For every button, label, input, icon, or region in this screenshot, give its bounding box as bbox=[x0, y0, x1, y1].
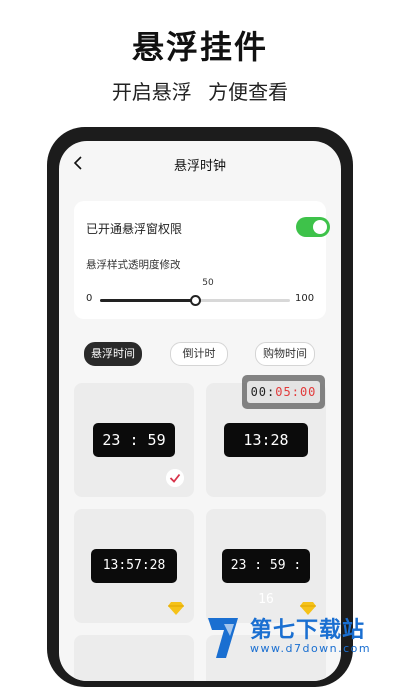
permission-toggle[interactable] bbox=[296, 217, 330, 237]
clock-preview: 23 : 59 : 16 bbox=[222, 549, 310, 607]
float-minutes: 05 bbox=[275, 385, 292, 399]
nav-bar: 悬浮时钟 bbox=[59, 141, 341, 185]
style-card-5[interactable] bbox=[74, 635, 194, 681]
slider-max-label: 100 bbox=[295, 293, 315, 304]
tab-float-time[interactable]: 悬浮时间 bbox=[84, 342, 142, 366]
app-screen: 悬浮时钟 已开通悬浮窗权限 悬浮样式透明度修改 50 0 100 悬浮时间 倒计… bbox=[59, 141, 341, 681]
slider-fill bbox=[100, 299, 195, 302]
tab-shopping-time[interactable]: 购物时间 bbox=[255, 342, 315, 366]
opacity-slider[interactable] bbox=[100, 295, 290, 306]
watermark: 第七下载站 www.d7down.com bbox=[204, 612, 394, 662]
promo-title: 悬浮挂件 bbox=[131, 28, 268, 66]
style-card-1[interactable]: 23 : 59 bbox=[74, 383, 194, 497]
watermark-url: www.d7down.com bbox=[250, 642, 372, 655]
permission-label: 已开通悬浮窗权限 bbox=[86, 222, 183, 236]
toggle-knob bbox=[313, 220, 327, 234]
site-logo-icon bbox=[208, 618, 238, 658]
settings-card: 已开通悬浮窗权限 悬浮样式透明度修改 50 0 100 bbox=[74, 201, 330, 319]
float-seconds: 00 bbox=[299, 385, 317, 399]
slider-min-label: 0 bbox=[86, 293, 93, 304]
float-hours: 00 bbox=[250, 385, 268, 399]
clock-preview: 13:57:28 bbox=[91, 549, 177, 583]
slider-value: 50 bbox=[202, 278, 214, 288]
floating-clock-time: 00:05:00 bbox=[247, 381, 320, 403]
style-card-4[interactable]: 23 : 59 : 16 bbox=[206, 509, 326, 623]
clock-preview: 23 : 59 bbox=[93, 423, 175, 457]
check-icon bbox=[166, 469, 184, 487]
tab-countdown[interactable]: 倒计时 bbox=[170, 342, 228, 366]
promo-subtitle: 开启悬浮 方便查看 bbox=[111, 80, 289, 104]
floating-clock-preview[interactable]: 00:05:00 bbox=[242, 375, 325, 409]
diamond-icon bbox=[168, 602, 184, 615]
slider-thumb[interactable] bbox=[190, 295, 201, 306]
style-card-3[interactable]: 13:57:28 bbox=[74, 509, 194, 623]
page-title: 悬浮时钟 bbox=[173, 159, 226, 174]
clock-preview: 13:28 bbox=[224, 423, 308, 457]
watermark-name: 第七下载站 bbox=[250, 618, 366, 643]
opacity-label: 悬浮样式透明度修改 bbox=[86, 259, 181, 271]
